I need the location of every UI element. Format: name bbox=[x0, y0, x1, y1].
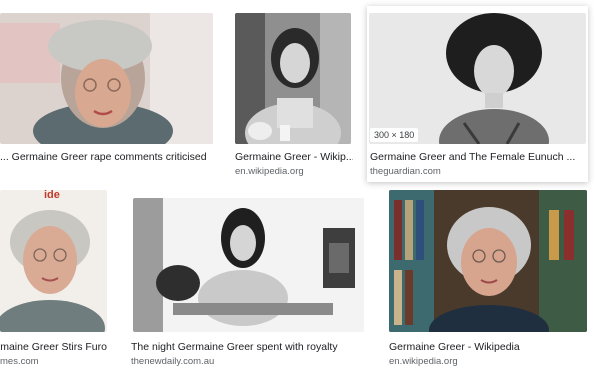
result-source[interactable]: mes.com bbox=[0, 356, 107, 368]
image-thumbnail[interactable] bbox=[133, 198, 364, 332]
result-source[interactable]: thenewdaily.com.au bbox=[131, 356, 368, 368]
image-result-6[interactable]: Germaine Greer - Wikipedia en.wikipedia.… bbox=[389, 190, 589, 373]
image-result-3[interactable]: 300 × 180 Germaine Greer and The Female … bbox=[367, 6, 588, 182]
result-title[interactable]: The night Germaine Greer spent with roya… bbox=[131, 341, 368, 354]
result-title[interactable]: Germaine Greer and The Female Eunuch ... bbox=[370, 151, 585, 164]
site-logo-fragment: ide bbox=[44, 189, 60, 201]
result-title[interactable]: Germaine Greer rape comments criticised … bbox=[0, 151, 213, 164]
image-result-1[interactable]: Germaine Greer rape comments criticised … bbox=[0, 0, 218, 170]
image-result-5[interactable]: The night Germaine Greer spent with roya… bbox=[128, 190, 368, 373]
result-source[interactable]: en.wikipedia.org bbox=[389, 356, 587, 368]
image-thumbnail[interactable] bbox=[0, 13, 213, 144]
result-source[interactable]: theguardian.com bbox=[370, 166, 585, 178]
result-title[interactable]: Germaine Greer - Wikipedia bbox=[389, 341, 587, 354]
image-result-4[interactable]: ide Germaine Greer Stirs Furo... mes.com bbox=[0, 189, 115, 373]
image-thumbnail[interactable] bbox=[235, 13, 351, 144]
result-title[interactable]: Germaine Greer - Wikip... bbox=[235, 151, 353, 164]
image-thumbnail[interactable] bbox=[389, 190, 587, 332]
image-thumbnail[interactable] bbox=[0, 190, 107, 332]
image-thumbnail[interactable] bbox=[369, 13, 586, 144]
result-source[interactable]: en.wikipedia.org bbox=[235, 166, 353, 178]
image-dimensions-badge: 300 × 180 bbox=[370, 128, 419, 142]
image-result-2[interactable]: Germaine Greer - Wikip... en.wikipedia.o… bbox=[233, 0, 353, 180]
result-title[interactable]: Germaine Greer Stirs Furo... bbox=[0, 341, 107, 354]
